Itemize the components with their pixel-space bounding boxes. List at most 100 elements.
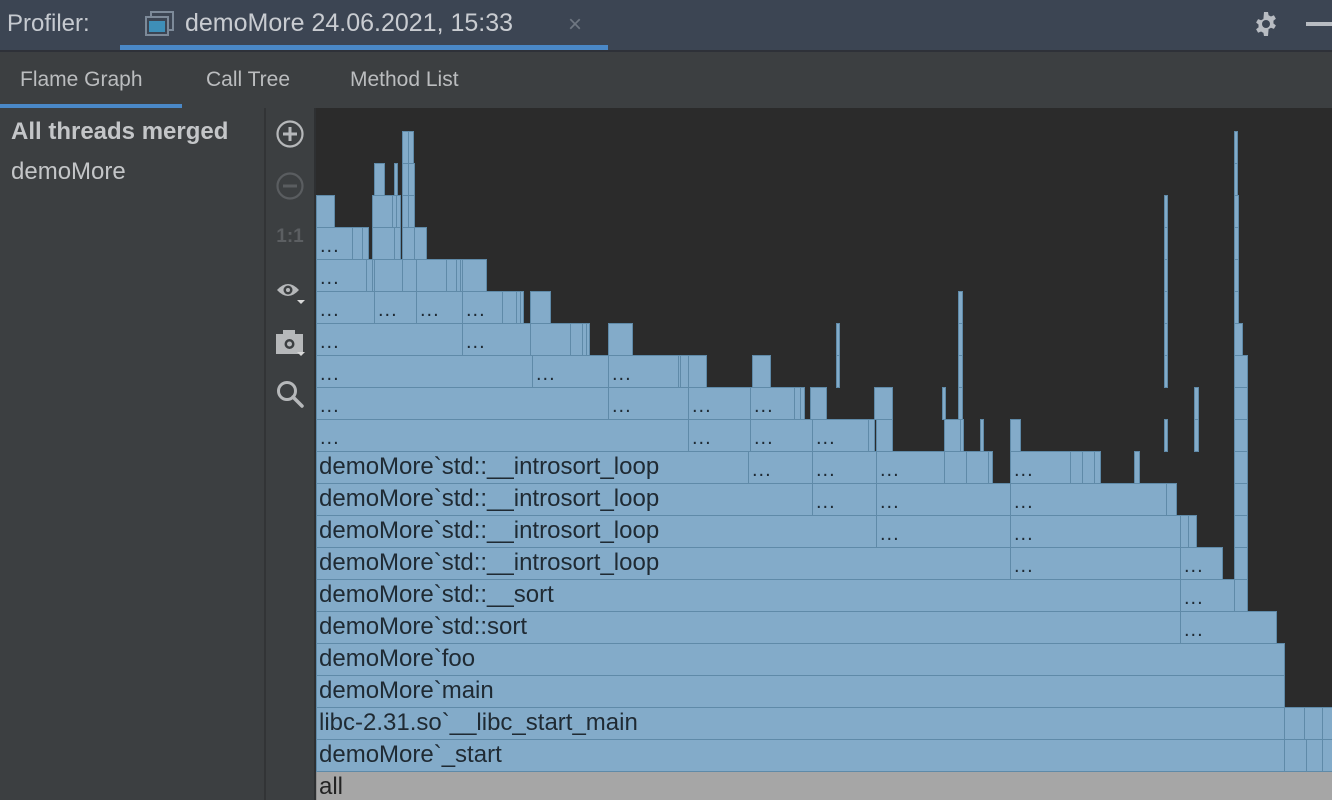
flame-frame[interactable]: demoMore`std::__sort [316, 579, 1181, 612]
flame-frame[interactable]: ... [462, 323, 531, 356]
flame-frame[interactable]: demoMore`std::sort [316, 611, 1181, 644]
flame-frame[interactable] [502, 291, 517, 324]
flame-frame[interactable]: ... [608, 355, 679, 388]
flame-frame[interactable] [688, 355, 707, 388]
flame-frame[interactable]: ... [316, 323, 463, 356]
flame-frame[interactable] [1134, 451, 1140, 484]
flame-frame[interactable]: ... [1010, 515, 1181, 548]
flame-frame[interactable]: ... [812, 451, 877, 484]
minimize-icon[interactable] [1306, 22, 1332, 26]
flame-frame[interactable] [1164, 227, 1168, 260]
flame-frame[interactable]: ... [688, 387, 751, 420]
flame-graph[interactable]: all demoMore`_start libc-2.31.so`__libc_st… [316, 108, 1332, 800]
flame-frame-root[interactable]: all [316, 771, 1332, 800]
flame-frame[interactable]: ... [750, 387, 795, 420]
flame-frame[interactable]: ... [1010, 483, 1167, 516]
flame-frame[interactable] [1284, 739, 1307, 772]
flame-frame[interactable] [1164, 259, 1168, 292]
flame-frame[interactable] [416, 259, 447, 292]
flame-frame[interactable]: ... [812, 419, 869, 452]
flame-frame[interactable] [1234, 451, 1248, 484]
flame-frame[interactable]: demoMore`_start [316, 739, 1285, 772]
flame-frame[interactable] [1234, 195, 1239, 228]
flame-frame[interactable] [1284, 707, 1305, 740]
flame-frame[interactable]: ... [1010, 547, 1181, 580]
flame-frame[interactable]: ... [750, 419, 813, 452]
flame-frame[interactable]: ... [416, 291, 463, 324]
flame-frame[interactable] [1234, 355, 1248, 388]
flame-frame[interactable] [408, 163, 415, 196]
zoom-in-icon[interactable] [275, 119, 305, 149]
flame-frame[interactable] [530, 291, 551, 324]
flame-frame[interactable] [868, 419, 875, 452]
flame-frame[interactable] [1234, 323, 1243, 356]
flame-frame[interactable]: ... [876, 515, 1011, 548]
close-icon[interactable]: × [568, 11, 582, 39]
flame-frame[interactable]: demoMore`std::__introsort_loop [316, 451, 749, 484]
flame-frame[interactable] [408, 131, 414, 164]
flame-frame[interactable] [414, 227, 427, 260]
flame-frame[interactable] [810, 387, 827, 420]
flame-frame[interactable] [1094, 451, 1101, 484]
flame-frame[interactable] [836, 323, 840, 356]
flame-frame[interactable]: demoMore`main [316, 675, 1285, 708]
reset-zoom-icon[interactable]: 1:1 [275, 226, 305, 256]
zoom-out-icon[interactable] [275, 171, 305, 201]
flame-frame[interactable]: ... [1180, 611, 1277, 644]
flame-frame[interactable] [608, 323, 633, 356]
flame-frame[interactable] [1306, 739, 1323, 772]
flame-frame[interactable] [396, 195, 401, 228]
flame-frame[interactable] [944, 451, 967, 484]
flame-frame[interactable] [1234, 259, 1239, 292]
flame-frame[interactable] [1194, 387, 1199, 420]
flame-frame[interactable] [1166, 483, 1177, 516]
flame-frame[interactable]: demoMore`std::__introsort_loop [316, 483, 813, 516]
flame-frame[interactable]: ... [462, 291, 503, 324]
tab-call-tree[interactable]: Call Tree [206, 68, 290, 92]
thread-item[interactable]: demoMore [11, 158, 126, 186]
flame-frame[interactable] [1194, 419, 1199, 452]
flame-frame[interactable] [1164, 419, 1168, 452]
flame-frame[interactable]: ... [374, 291, 417, 324]
flame-frame[interactable]: demoMore`std::__introsort_loop [316, 515, 877, 548]
flame-frame[interactable] [876, 419, 893, 452]
flame-frame[interactable] [372, 227, 395, 260]
flame-frame[interactable] [874, 387, 893, 420]
flame-frame[interactable] [586, 323, 590, 356]
flame-frame[interactable] [362, 227, 369, 260]
flame-frame[interactable] [374, 163, 385, 196]
flame-frame[interactable]: ... [532, 355, 609, 388]
flame-frame[interactable] [836, 355, 840, 388]
search-icon[interactable] [275, 379, 305, 409]
flame-frame[interactable] [1322, 739, 1332, 772]
session-tab[interactable]: demoMore 24.06.2021, 15:33 × [120, 0, 608, 50]
flame-frame[interactable] [1322, 707, 1332, 740]
flame-frame[interactable]: ... [876, 451, 945, 484]
flame-frame[interactable] [752, 355, 771, 388]
flame-frame[interactable]: ... [812, 483, 877, 516]
flame-frame[interactable] [800, 387, 805, 420]
flame-frame[interactable] [958, 387, 963, 420]
flame-frame[interactable]: ... [748, 451, 813, 484]
flame-frame[interactable]: libc-2.31.so`__libc_start_main [316, 707, 1285, 740]
flame-frame[interactable] [1234, 579, 1248, 612]
flame-frame[interactable] [960, 419, 964, 452]
flame-frame[interactable]: ... [1010, 451, 1071, 484]
flame-frame[interactable] [1304, 707, 1323, 740]
flame-frame[interactable] [402, 259, 417, 292]
flame-frame[interactable] [1234, 227, 1239, 260]
flame-frame[interactable] [988, 451, 993, 484]
flame-frame[interactable] [958, 355, 963, 388]
tab-flame-graph[interactable]: Flame Graph [20, 68, 143, 92]
flame-frame[interactable]: demoMore`std::__introsort_loop [316, 547, 1011, 580]
flame-frame[interactable] [1234, 163, 1238, 196]
gear-icon[interactable] [1252, 10, 1280, 38]
flame-frame[interactable]: ... [608, 387, 689, 420]
flame-frame[interactable]: ... [1180, 547, 1223, 580]
flame-frame[interactable]: demoMore`foo [316, 643, 1285, 676]
flame-frame[interactable] [1234, 419, 1248, 452]
tab-method-list[interactable]: Method List [350, 68, 459, 92]
flame-frame[interactable]: ... [316, 291, 375, 324]
flame-frame[interactable] [1234, 291, 1239, 324]
thread-item-all-merged[interactable]: All threads merged [11, 118, 228, 146]
